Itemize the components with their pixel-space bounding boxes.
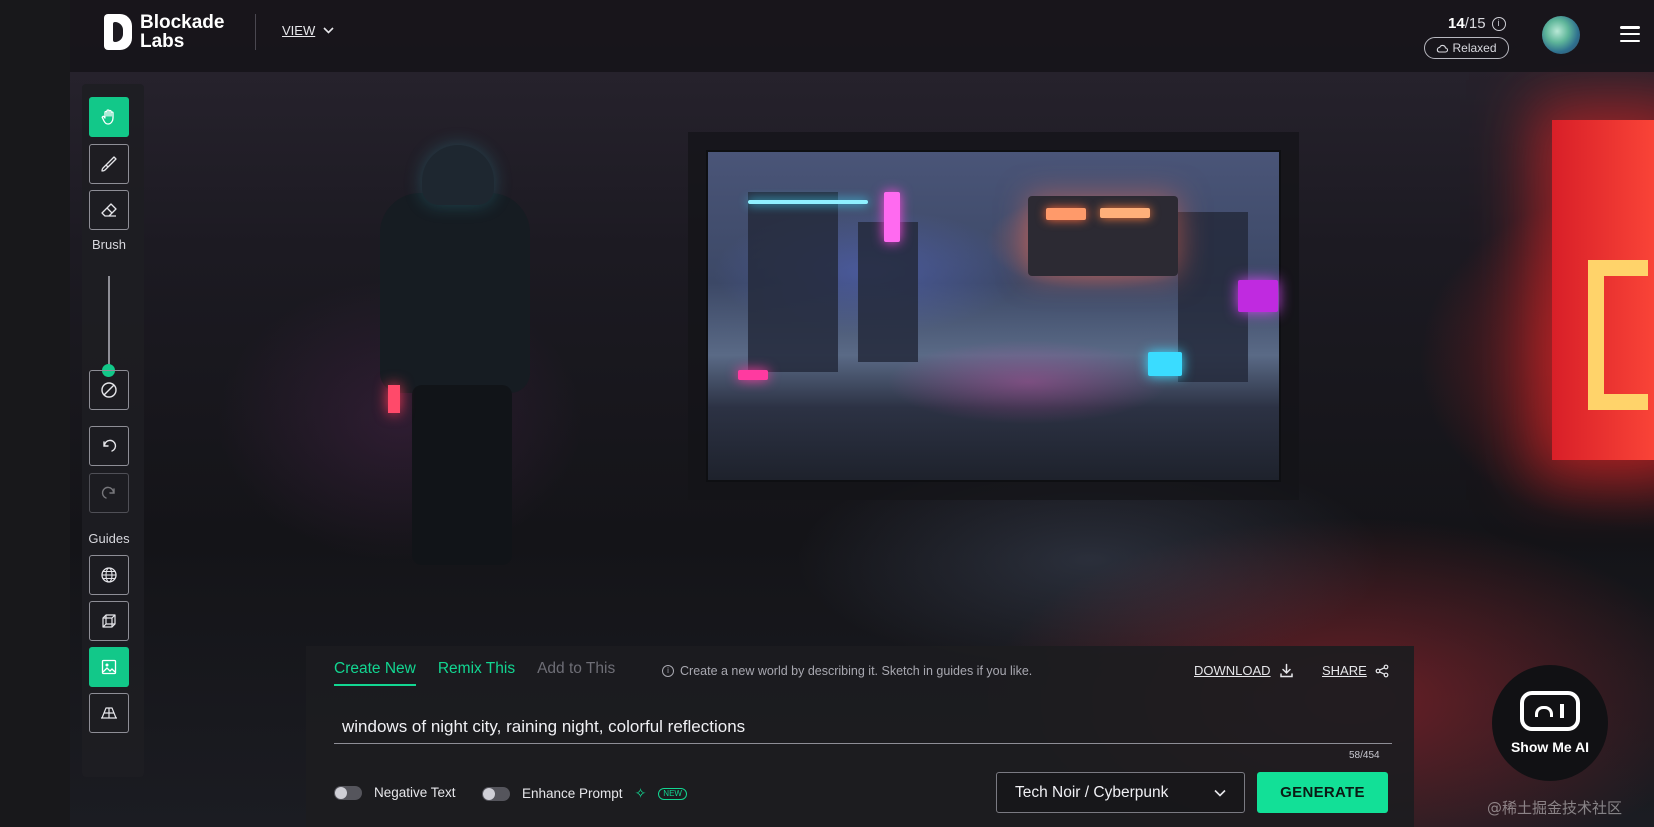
logo-mark-icon [104, 14, 132, 50]
enhance-prompt-toggle[interactable]: Enhance Prompt ✧ NEW [482, 785, 687, 802]
info-icon[interactable]: i [1491, 16, 1506, 31]
hand-tool-button[interactable] [89, 97, 129, 137]
download-button[interactable]: DOWNLOAD [1194, 663, 1294, 678]
brush-label: Brush [92, 237, 126, 252]
image-guide-button[interactable] [89, 647, 129, 687]
mode-tabs: Create New Remix This Add to This [334, 660, 615, 686]
eraser-tool-button[interactable] [89, 190, 129, 230]
negative-text-label: Negative Text [374, 785, 456, 800]
relaxed-mode-badge[interactable]: Relaxed [1424, 37, 1509, 59]
credits-used: 14 [1448, 15, 1465, 32]
prompt-input[interactable] [334, 710, 1392, 744]
brush-size-slider[interactable] [108, 276, 110, 376]
image-icon [101, 659, 117, 675]
credits-counter: 14/15 i [1448, 15, 1506, 32]
download-icon [1279, 663, 1293, 678]
robot-face-icon [1520, 691, 1580, 731]
chevron-down-icon [1214, 789, 1226, 797]
redo-button[interactable] [89, 473, 129, 513]
new-badge: NEW [658, 787, 687, 800]
perspective-guide-button[interactable] [89, 693, 129, 733]
armored-figure [360, 145, 550, 565]
enhance-prompt-label: Enhance Prompt [522, 786, 623, 801]
view-menu-label: VIEW [282, 23, 316, 38]
credits-total: /15 [1464, 15, 1486, 32]
prompt-panel: Create New Remix This Add to This i Crea… [306, 646, 1414, 827]
prompt-hint: i Create a new world by describing it. S… [662, 664, 1032, 678]
style-select-value: Tech Noir / Cyberpunk [1015, 783, 1169, 801]
enhance-prompt-switch[interactable] [482, 786, 510, 801]
generate-button[interactable]: GENERATE [1257, 772, 1388, 813]
perspective-grid-icon [101, 707, 117, 719]
red-neon-sign [1552, 120, 1654, 460]
tab-add-to-this[interactable]: Add to This [537, 660, 615, 686]
tab-create-new[interactable]: Create New [334, 660, 416, 686]
sparkle-icon: ✧ [634, 785, 647, 801]
show-me-ai-badge: Show Me AI [1492, 665, 1608, 781]
top-bar: Blockade Labs VIEW 14/15 i Relaxed [70, 0, 1654, 72]
prompt-hint-text: Create a new world by describing it. Ske… [680, 664, 1033, 678]
user-avatar[interactable] [1542, 16, 1580, 54]
cloud-icon [1437, 44, 1449, 53]
corner-watermark: @稀土掘金技术社区 [1487, 799, 1623, 817]
share-label: SHARE [1322, 663, 1367, 678]
header-divider [255, 14, 256, 50]
cube-icon [102, 614, 116, 628]
guides-label: Guides [88, 531, 130, 546]
chevron-down-icon [323, 27, 334, 34]
negative-text-toggle[interactable]: Negative Text [334, 785, 456, 800]
tool-sidebar: Brush Guides [82, 84, 144, 777]
left-gutter [0, 0, 70, 827]
undo-button[interactable] [89, 426, 129, 466]
brush-tool-button[interactable] [89, 144, 129, 184]
brush-icon [101, 156, 117, 172]
download-label: DOWNLOAD [1194, 663, 1271, 678]
share-button[interactable]: SHARE [1322, 663, 1389, 678]
share-icon [1375, 664, 1389, 677]
hamburger-menu-icon[interactable] [1620, 26, 1640, 42]
logo-text: Blockade Labs [140, 12, 225, 52]
hand-icon [101, 109, 114, 125]
clear-sketch-button[interactable] [89, 370, 129, 410]
globe-icon [101, 567, 117, 583]
view-menu-button[interactable]: VIEW [282, 23, 334, 38]
prohibit-icon [101, 382, 117, 398]
blockade-labs-logo[interactable]: Blockade Labs [104, 13, 224, 51]
undo-icon [103, 439, 117, 452]
tab-remix-this[interactable]: Remix This [438, 660, 515, 686]
eraser-icon [101, 203, 117, 217]
globe-guide-button[interactable] [89, 555, 129, 595]
city-window-view [706, 150, 1281, 482]
redo-icon [101, 486, 115, 499]
style-select[interactable]: Tech Noir / Cyberpunk [996, 772, 1245, 813]
cube-guide-button[interactable] [89, 601, 129, 641]
relaxed-mode-label: Relaxed [1452, 41, 1497, 55]
char-counter: 58/454 [1349, 750, 1380, 761]
show-me-ai-text: Show Me AI [1510, 739, 1590, 755]
info-icon: i [662, 665, 674, 677]
negative-text-switch[interactable] [334, 785, 362, 800]
app-root: Blockade Labs VIEW 14/15 i Relaxed Brush [0, 0, 1654, 827]
